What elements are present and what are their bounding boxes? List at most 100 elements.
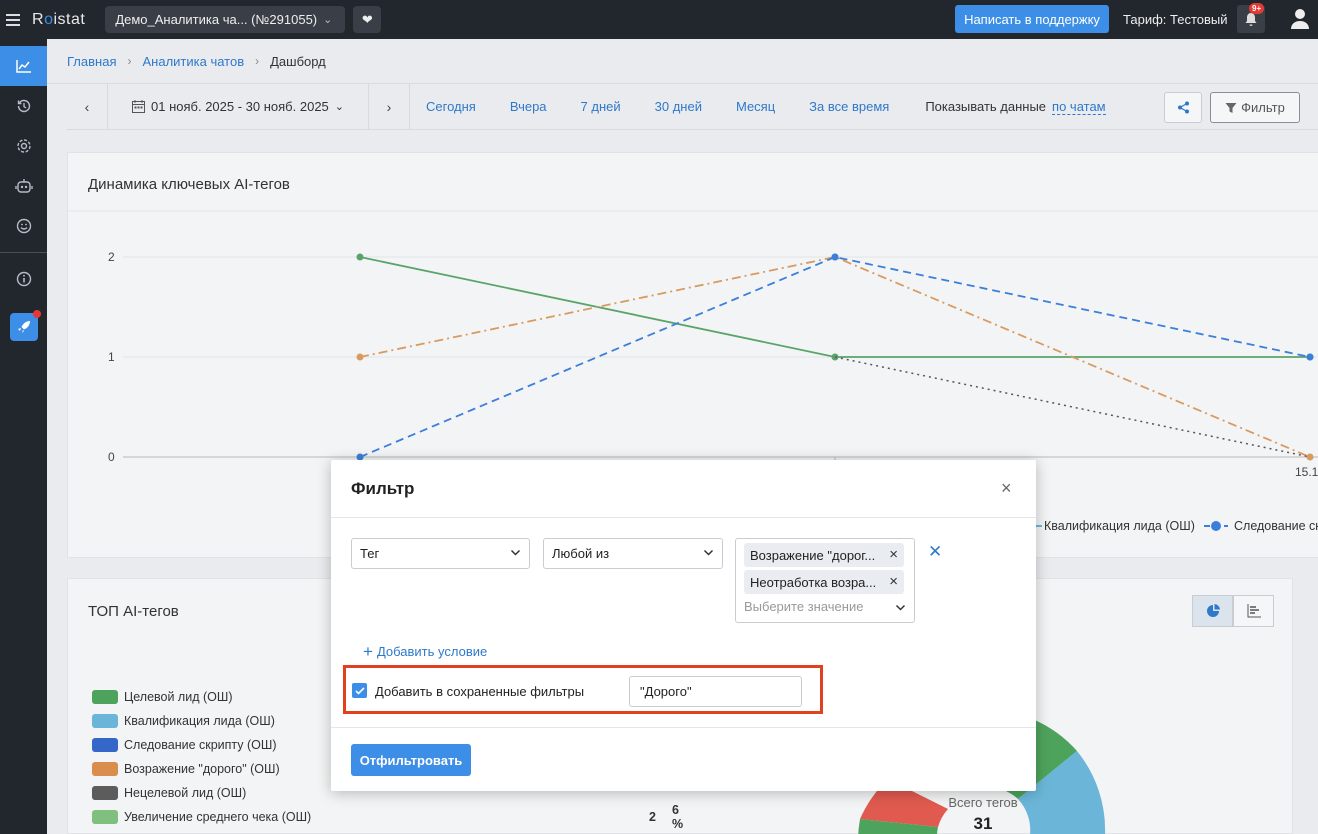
- series-point: [1306, 353, 1314, 361]
- sidebar-item-analytics[interactable]: [0, 46, 47, 86]
- quick-range-yesterday[interactable]: Вчера: [510, 99, 547, 114]
- rocket-glyph: [17, 321, 30, 333]
- tag-color-swatch: [92, 762, 118, 776]
- filter-button[interactable]: Фильтр: [1210, 92, 1300, 123]
- gear-icon: [16, 139, 31, 153]
- tariff-label[interactable]: Тариф: Тестовый: [1123, 12, 1228, 27]
- save-filter-label[interactable]: Добавить в сохраненные фильтры: [375, 684, 584, 699]
- user-icon[interactable]: [1290, 8, 1310, 30]
- tag-label: Целевой лид (ОШ): [124, 690, 233, 704]
- top-tags-list: Целевой лид (ОШ) Квалификация лида (ОШ) Сл…: [92, 685, 683, 831]
- close-icon[interactable]: ×: [1001, 478, 1012, 499]
- tag-row[interactable]: Нецелевой лид (ОШ): [92, 781, 311, 805]
- support-button[interactable]: Написать в поддержку: [955, 5, 1109, 33]
- share-button[interactable]: [1164, 92, 1202, 123]
- series-line: [834, 356, 1311, 458]
- chevron-down-icon: [510, 549, 521, 556]
- pie-view-toggle[interactable]: [1192, 595, 1233, 627]
- donut-center-value: 31: [973, 814, 993, 833]
- logo[interactable]: Roistat: [32, 11, 85, 29]
- bar-view-toggle[interactable]: [1233, 595, 1274, 627]
- sidebar-item-settings[interactable]: [0, 126, 47, 166]
- close-icon[interactable]: ×: [889, 573, 898, 590]
- top-tags-title: ТОП AI-тегов: [88, 603, 179, 620]
- series-line: [359, 256, 1310, 358]
- tag-label: Возражение "дорого" (ОШ): [124, 762, 280, 776]
- sidebar-item-feedback[interactable]: [0, 206, 47, 246]
- chevron-down-icon: ⌄: [323, 14, 333, 26]
- value-chip-label: Неотработка возра...: [750, 574, 877, 590]
- smile-icon: [16, 218, 31, 234]
- project-selector[interactable]: Демо_Аналитика ча... (№291055) ⌄: [105, 6, 346, 33]
- show-data-label: Показывать данные: [925, 99, 1047, 114]
- calendar-icon: [132, 100, 145, 113]
- y-tick-label: 2: [108, 250, 115, 264]
- close-icon[interactable]: ×: [889, 546, 898, 563]
- chevron-down-icon: [703, 549, 714, 556]
- modal-divider: [331, 517, 1036, 518]
- funnel-icon: [1225, 102, 1237, 113]
- tag-row[interactable]: Квалификация лида (ОШ): [92, 709, 311, 733]
- legend-label-script: Следование ск: [1234, 519, 1318, 533]
- date-range-text: 01 нояб. 2025 - 30 нояб. 2025: [151, 99, 329, 114]
- tag-color-swatch: [92, 714, 118, 728]
- rocket-badge: [32, 310, 41, 318]
- x-tick-label: 15.1: [1295, 465, 1318, 479]
- breadcrumb: Главная › Аналитика чатов › Дашборд: [47, 39, 1318, 84]
- remove-condition-icon[interactable]: ✕: [928, 542, 942, 562]
- tag-row[interactable]: Увеличение среднего чека (ОШ) 2 6 %: [92, 803, 683, 831]
- prev-period-button[interactable]: ‹: [67, 99, 107, 115]
- breadcrumb-home[interactable]: Главная: [67, 54, 116, 69]
- top-bar: Roistat Демо_Аналитика ча... (№291055) ⌄…: [0, 0, 1318, 39]
- bar-chart-icon: [1247, 604, 1261, 618]
- add-condition-label: Добавить условие: [376, 644, 488, 659]
- quick-range-today[interactable]: Сегодня: [426, 99, 476, 114]
- show-data-mode-link[interactable]: по чатам: [1052, 99, 1106, 115]
- tag-count: 2: [649, 810, 656, 824]
- menu-icon[interactable]: [6, 13, 20, 26]
- legend-dot-script: [1211, 521, 1221, 531]
- quick-range-7-days[interactable]: 7 дней: [581, 99, 621, 114]
- quick-range-30-days[interactable]: 30 дней: [655, 99, 702, 114]
- date-range-picker[interactable]: 01 нояб. 2025 - 30 нояб. 2025 ⌄: [108, 99, 368, 114]
- notifications-badge: 9+: [1249, 3, 1265, 14]
- series-point: [1306, 453, 1314, 461]
- project-name: Демо_Аналитика ча... (№291055): [115, 12, 318, 27]
- heart-icon[interactable]: ❤: [353, 6, 382, 33]
- chevron-right-icon: ›: [127, 54, 132, 68]
- condition-values-multiselect[interactable]: Возражение "дорог... × Неотработка возра…: [735, 538, 915, 623]
- sidebar-item-info[interactable]: [0, 259, 47, 299]
- tag-label: Квалификация лида (ОШ): [124, 714, 275, 728]
- next-period-button[interactable]: ›: [369, 99, 409, 115]
- y-tick-label: 0: [108, 450, 115, 464]
- apply-filter-button[interactable]: Отфильтровать: [351, 744, 471, 776]
- notifications-button[interactable]: 9+: [1237, 3, 1265, 33]
- sidebar-item-bots[interactable]: [0, 166, 47, 206]
- info-icon: [16, 271, 31, 287]
- condition-field-select[interactable]: Тег: [351, 538, 530, 569]
- tag-color-swatch: [92, 690, 118, 704]
- series-point: [356, 353, 364, 361]
- quick-range-all-time[interactable]: За все время: [809, 99, 889, 114]
- value-placeholder: Выберите значение: [744, 599, 864, 614]
- saved-filter-name-input[interactable]: "Дорого": [629, 676, 802, 707]
- save-filter-checkbox[interactable]: [352, 683, 367, 698]
- donut-center-label: Всего тегов: [948, 795, 1018, 810]
- tag-label: Нецелевой лид (ОШ): [124, 786, 247, 800]
- tag-row[interactable]: Возражение "дорого" (ОШ): [92, 757, 311, 781]
- tag-row[interactable]: Следование скрипту (ОШ): [92, 733, 311, 757]
- add-condition-button[interactable]: + Добавить условие: [363, 642, 487, 662]
- condition-operator-select[interactable]: Любой из: [543, 538, 723, 569]
- sidebar-divider: [0, 252, 47, 253]
- rocket-icon[interactable]: [9, 310, 41, 341]
- tag-row[interactable]: Целевой лид (ОШ): [92, 685, 311, 709]
- sidebar-item-history[interactable]: [0, 86, 47, 126]
- modal-divider: [331, 727, 1036, 728]
- series-point: [356, 253, 364, 261]
- modal-title: Фильтр: [351, 479, 415, 498]
- filter-button-label: Фильтр: [1241, 100, 1285, 115]
- plus-icon: +: [363, 642, 373, 661]
- value-chip-label: Возражение "дорог...: [750, 547, 876, 563]
- breadcrumb-section[interactable]: Аналитика чатов: [142, 54, 244, 69]
- quick-range-month[interactable]: Месяц: [736, 99, 775, 114]
